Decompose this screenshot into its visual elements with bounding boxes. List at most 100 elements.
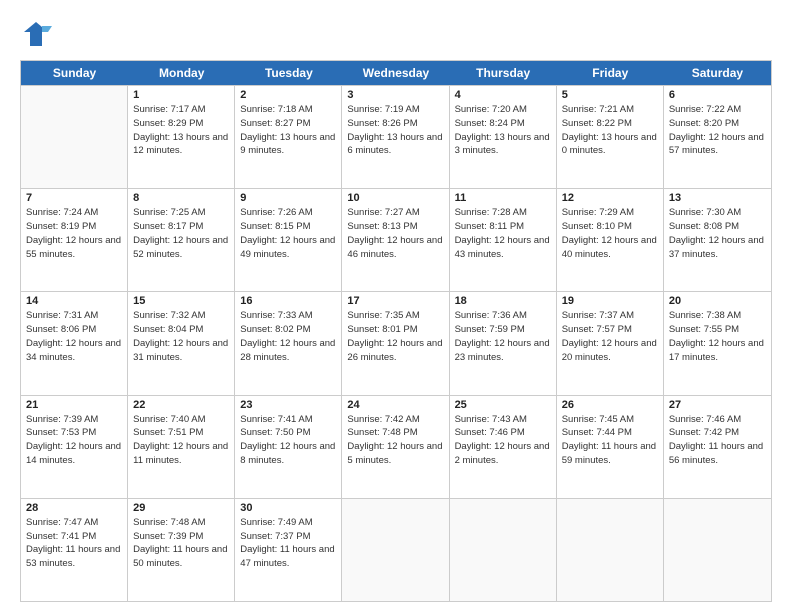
day-number: 5	[562, 89, 658, 101]
header	[20, 18, 772, 50]
day-number: 3	[347, 89, 443, 101]
calendar-cell: 20 Sunrise: 7:38 AM Sunset: 7:55 PM Dayli…	[664, 292, 771, 394]
day-number: 9	[240, 192, 336, 204]
calendar-cell	[21, 86, 128, 188]
calendar-cell: 6 Sunrise: 7:22 AM Sunset: 8:20 PM Daylig…	[664, 86, 771, 188]
calendar-cell: 28 Sunrise: 7:47 AM Sunset: 7:41 PM Dayli…	[21, 499, 128, 601]
header-day-monday: Monday	[128, 61, 235, 85]
calendar-body: 1 Sunrise: 7:17 AM Sunset: 8:29 PM Daylig…	[21, 85, 771, 601]
calendar-row-5: 28 Sunrise: 7:47 AM Sunset: 7:41 PM Dayli…	[21, 498, 771, 601]
calendar-cell: 3 Sunrise: 7:19 AM Sunset: 8:26 PM Daylig…	[342, 86, 449, 188]
day-number: 8	[133, 192, 229, 204]
calendar-cell: 29 Sunrise: 7:48 AM Sunset: 7:39 PM Dayli…	[128, 499, 235, 601]
day-info: Sunrise: 7:33 AM Sunset: 8:02 PM Dayligh…	[240, 309, 336, 364]
calendar-cell: 2 Sunrise: 7:18 AM Sunset: 8:27 PM Daylig…	[235, 86, 342, 188]
calendar-cell: 12 Sunrise: 7:29 AM Sunset: 8:10 PM Dayli…	[557, 189, 664, 291]
day-info: Sunrise: 7:38 AM Sunset: 7:55 PM Dayligh…	[669, 309, 766, 364]
calendar-cell: 15 Sunrise: 7:32 AM Sunset: 8:04 PM Dayli…	[128, 292, 235, 394]
calendar-cell: 7 Sunrise: 7:24 AM Sunset: 8:19 PM Daylig…	[21, 189, 128, 291]
day-number: 11	[455, 192, 551, 204]
day-info: Sunrise: 7:17 AM Sunset: 8:29 PM Dayligh…	[133, 103, 229, 158]
day-info: Sunrise: 7:28 AM Sunset: 8:11 PM Dayligh…	[455, 206, 551, 261]
calendar-header: SundayMondayTuesdayWednesdayThursdayFrid…	[21, 61, 771, 85]
calendar-cell: 11 Sunrise: 7:28 AM Sunset: 8:11 PM Dayli…	[450, 189, 557, 291]
calendar-cell: 16 Sunrise: 7:33 AM Sunset: 8:02 PM Dayli…	[235, 292, 342, 394]
page: SundayMondayTuesdayWednesdayThursdayFrid…	[0, 0, 792, 612]
day-info: Sunrise: 7:22 AM Sunset: 8:20 PM Dayligh…	[669, 103, 766, 158]
day-number: 18	[455, 295, 551, 307]
day-info: Sunrise: 7:29 AM Sunset: 8:10 PM Dayligh…	[562, 206, 658, 261]
calendar-cell: 22Sunrise: 7:40 AM Sunset: 7:51 PM Dayli…	[128, 396, 235, 498]
calendar-cell: 23Sunrise: 7:41 AM Sunset: 7:50 PM Dayli…	[235, 396, 342, 498]
day-info: Sunrise: 7:47 AM Sunset: 7:41 PM Dayligh…	[26, 516, 122, 571]
day-info: Sunrise: 7:42 AM Sunset: 7:48 PM Dayligh…	[347, 413, 443, 468]
calendar-cell: 18 Sunrise: 7:36 AM Sunset: 7:59 PM Dayli…	[450, 292, 557, 394]
day-number: 17	[347, 295, 443, 307]
day-number: 27	[669, 399, 766, 411]
day-info: Sunrise: 7:48 AM Sunset: 7:39 PM Dayligh…	[133, 516, 229, 571]
calendar-cell: 10Sunrise: 7:27 AM Sunset: 8:13 PM Dayli…	[342, 189, 449, 291]
logo-icon	[20, 18, 52, 50]
day-info: Sunrise: 7:45 AM Sunset: 7:44 PM Dayligh…	[562, 413, 658, 468]
calendar-cell	[450, 499, 557, 601]
day-info: Sunrise: 7:20 AM Sunset: 8:24 PM Dayligh…	[455, 103, 551, 158]
day-number: 28	[26, 502, 122, 514]
calendar-cell	[342, 499, 449, 601]
calendar-row-1: 1 Sunrise: 7:17 AM Sunset: 8:29 PM Daylig…	[21, 85, 771, 188]
day-number: 1	[133, 89, 229, 101]
header-day-saturday: Saturday	[664, 61, 771, 85]
day-info: Sunrise: 7:24 AM Sunset: 8:19 PM Dayligh…	[26, 206, 122, 261]
day-info: Sunrise: 7:27 AM Sunset: 8:13 PM Dayligh…	[347, 206, 443, 261]
day-info: Sunrise: 7:46 AM Sunset: 7:42 PM Dayligh…	[669, 413, 766, 468]
day-number: 29	[133, 502, 229, 514]
calendar-cell: 19Sunrise: 7:37 AM Sunset: 7:57 PM Dayli…	[557, 292, 664, 394]
day-number: 20	[669, 295, 766, 307]
day-info: Sunrise: 7:35 AM Sunset: 8:01 PM Dayligh…	[347, 309, 443, 364]
calendar-cell	[557, 499, 664, 601]
header-day-wednesday: Wednesday	[342, 61, 449, 85]
day-number: 22	[133, 399, 229, 411]
calendar-cell: 24 Sunrise: 7:42 AM Sunset: 7:48 PM Dayli…	[342, 396, 449, 498]
day-info: Sunrise: 7:26 AM Sunset: 8:15 PM Dayligh…	[240, 206, 336, 261]
header-day-thursday: Thursday	[450, 61, 557, 85]
day-number: 30	[240, 502, 336, 514]
day-number: 26	[562, 399, 658, 411]
header-day-tuesday: Tuesday	[235, 61, 342, 85]
day-number: 24	[347, 399, 443, 411]
calendar-cell: 14 Sunrise: 7:31 AM Sunset: 8:06 PM Dayli…	[21, 292, 128, 394]
day-info: Sunrise: 7:19 AM Sunset: 8:26 PM Dayligh…	[347, 103, 443, 158]
day-info: Sunrise: 7:37 AM Sunset: 7:57 PM Dayligh…	[562, 309, 658, 364]
day-number: 6	[669, 89, 766, 101]
day-info: Sunrise: 7:36 AM Sunset: 7:59 PM Dayligh…	[455, 309, 551, 364]
calendar-cell	[664, 499, 771, 601]
calendar-cell: 4Sunrise: 7:20 AM Sunset: 8:24 PM Daylig…	[450, 86, 557, 188]
calendar-cell: 25 Sunrise: 7:43 AM Sunset: 7:46 PM Dayli…	[450, 396, 557, 498]
day-info: Sunrise: 7:49 AM Sunset: 7:37 PM Dayligh…	[240, 516, 336, 571]
day-info: Sunrise: 7:30 AM Sunset: 8:08 PM Dayligh…	[669, 206, 766, 261]
day-info: Sunrise: 7:43 AM Sunset: 7:46 PM Dayligh…	[455, 413, 551, 468]
calendar-cell: 5 Sunrise: 7:21 AM Sunset: 8:22 PM Daylig…	[557, 86, 664, 188]
day-number: 14	[26, 295, 122, 307]
day-number: 7	[26, 192, 122, 204]
day-info: Sunrise: 7:31 AM Sunset: 8:06 PM Dayligh…	[26, 309, 122, 364]
day-number: 23	[240, 399, 336, 411]
day-number: 16	[240, 295, 336, 307]
day-info: Sunrise: 7:18 AM Sunset: 8:27 PM Dayligh…	[240, 103, 336, 158]
day-info: Sunrise: 7:32 AM Sunset: 8:04 PM Dayligh…	[133, 309, 229, 364]
day-number: 15	[133, 295, 229, 307]
calendar-cell: 27 Sunrise: 7:46 AM Sunset: 7:42 PM Dayli…	[664, 396, 771, 498]
calendar-row-2: 7 Sunrise: 7:24 AM Sunset: 8:19 PM Daylig…	[21, 188, 771, 291]
day-number: 12	[562, 192, 658, 204]
calendar-row-3: 14 Sunrise: 7:31 AM Sunset: 8:06 PM Dayli…	[21, 291, 771, 394]
calendar: SundayMondayTuesdayWednesdayThursdayFrid…	[20, 60, 772, 602]
calendar-cell: 9 Sunrise: 7:26 AM Sunset: 8:15 PM Daylig…	[235, 189, 342, 291]
calendar-cell: 13Sunrise: 7:30 AM Sunset: 8:08 PM Dayli…	[664, 189, 771, 291]
calendar-cell: 30 Sunrise: 7:49 AM Sunset: 7:37 PM Dayli…	[235, 499, 342, 601]
calendar-cell: 1 Sunrise: 7:17 AM Sunset: 8:29 PM Daylig…	[128, 86, 235, 188]
day-info: Sunrise: 7:21 AM Sunset: 8:22 PM Dayligh…	[562, 103, 658, 158]
day-number: 2	[240, 89, 336, 101]
header-day-friday: Friday	[557, 61, 664, 85]
day-number: 25	[455, 399, 551, 411]
calendar-cell: 17 Sunrise: 7:35 AM Sunset: 8:01 PM Dayli…	[342, 292, 449, 394]
day-info: Sunrise: 7:25 AM Sunset: 8:17 PM Dayligh…	[133, 206, 229, 261]
